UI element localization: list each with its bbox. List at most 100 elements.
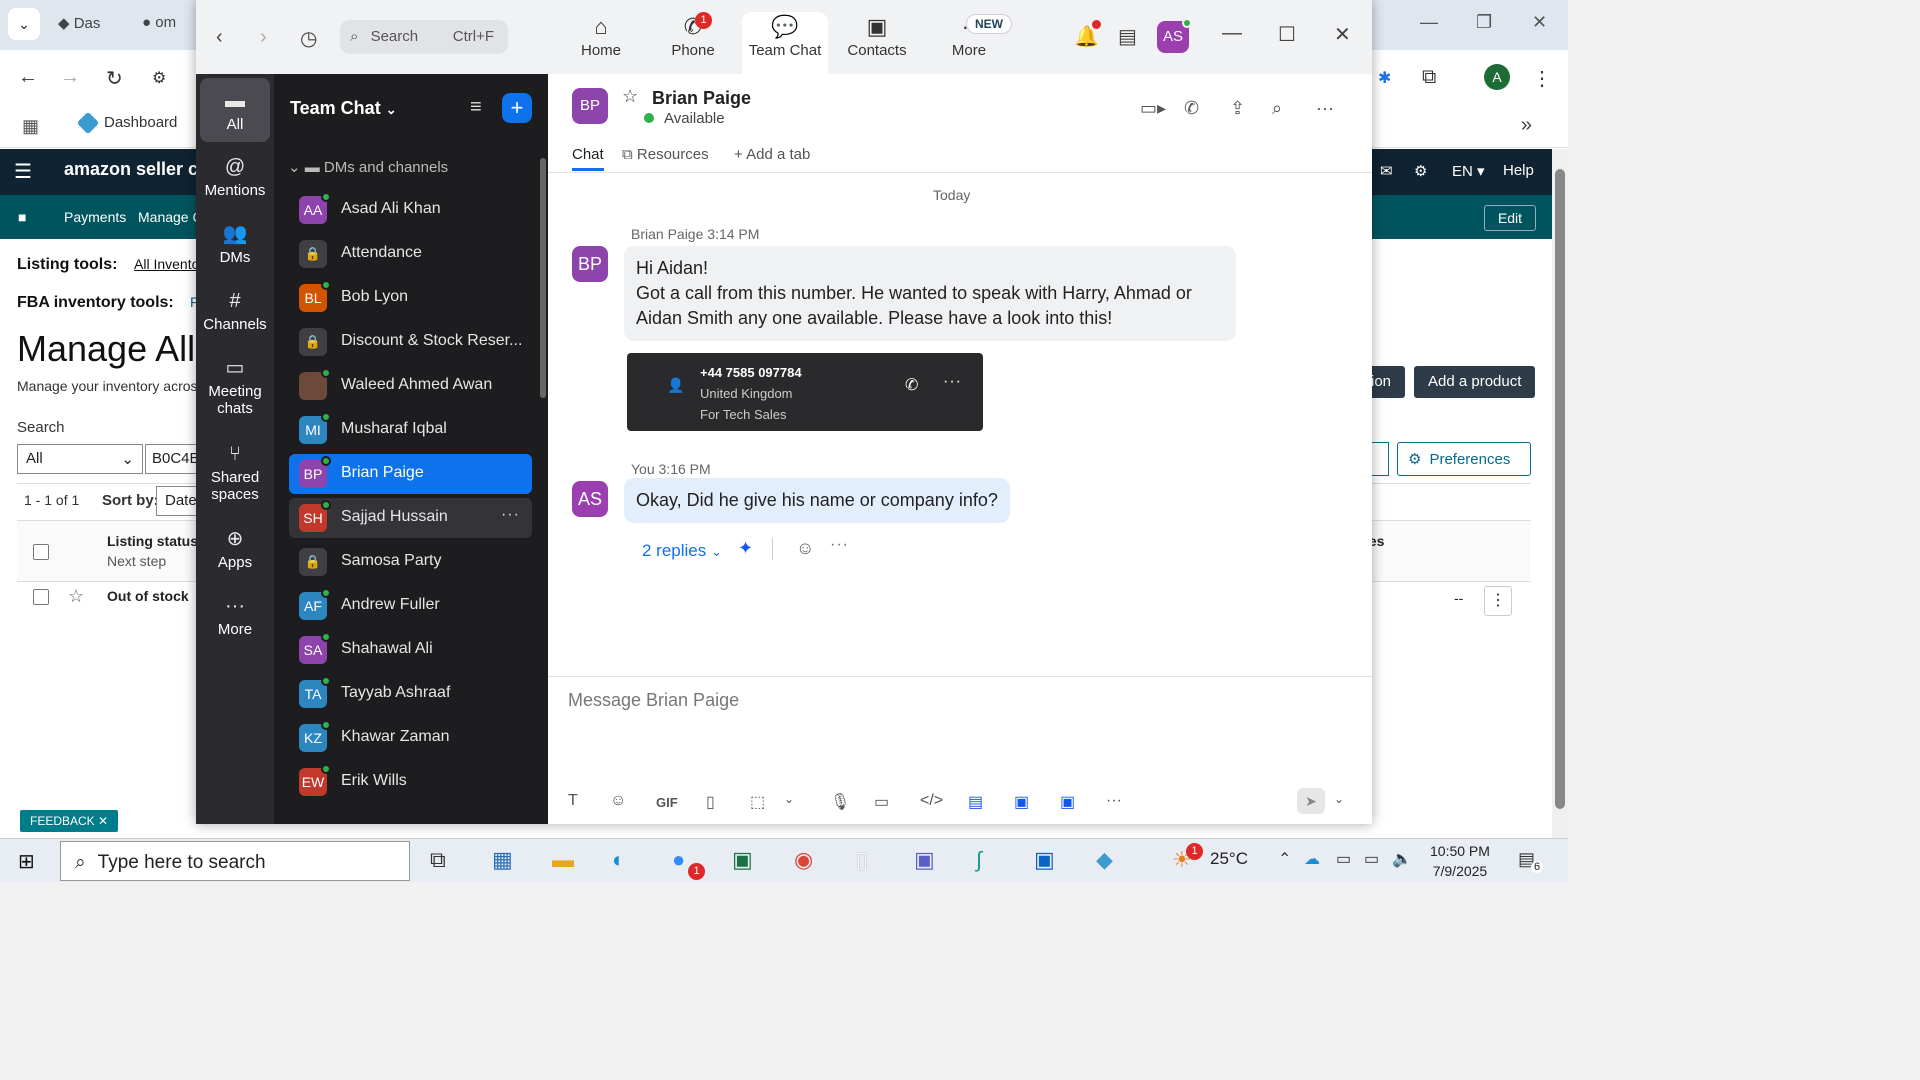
whiteboard-app-icon[interactable]: ▣ [1014,792,1029,812]
site-info-icon[interactable]: ⚙ [152,68,166,88]
zoom-maximize-button[interactable]: ☐ [1278,22,1296,47]
rail-more[interactable]: ··· More [200,591,270,638]
microphone-icon[interactable]: 🎙 [830,792,850,812]
zoom-close-button[interactable]: ✕ [1334,22,1351,47]
video-call-icon[interactable]: ▭▸ [1140,98,1166,119]
mail-icon[interactable]: ✉ [1380,162,1393,180]
rail-mentions[interactable]: @ Mentions [200,152,270,199]
share-screen-icon[interactable]: ⇪ [1230,98,1245,119]
feedback-tab[interactable]: FEEDBACK ✕ [20,810,119,832]
subnav-manage[interactable]: Manage C [138,209,203,225]
file-explorer-icon[interactable]: ▬ [552,847,574,873]
browser-menu-icon[interactable]: ⋮ [1532,66,1552,91]
scrollbar-thumb[interactable] [1555,169,1565,809]
rail-all[interactable]: ▬ All [200,78,270,142]
tab-contacts[interactable]: ▣ Contacts [834,12,920,74]
message-more-icon[interactable]: ··· [830,536,849,554]
contact-row[interactable]: BP Brian Paige [289,454,532,494]
chrome-icon[interactable]: ◉ [794,847,813,873]
phone-icon[interactable]: ✆ [1184,98,1199,119]
new-chat-button[interactable]: + [502,93,532,123]
browser-tab-1[interactable]: ◆ Das [58,14,100,32]
more-options-icon[interactable]: ··· [1316,98,1334,119]
send-options-chevron-icon[interactable]: ⌄ [1334,792,1344,806]
contact-row[interactable]: SH Sajjad Hussain ··· [289,498,532,538]
contact-avatar[interactable]: BP [572,88,608,124]
message-avatar[interactable]: BP [572,246,608,282]
excel-icon[interactable]: ▣ [732,847,753,873]
contact-row[interactable]: Waleed Ahmed Awan [289,366,532,406]
edge-icon[interactable]: ◐ [612,847,625,873]
row-checkbox[interactable] [33,589,49,605]
add-reaction-icon[interactable]: ☺ [796,538,814,559]
page-scrollbar[interactable] [1552,149,1568,838]
call-icon[interactable]: ✆ [905,375,918,395]
card-more-icon[interactable]: ··· [943,373,962,391]
teams-icon[interactable]: ▣ [914,847,935,873]
send-button[interactable]: ➤ [1297,788,1325,814]
rail-apps[interactable]: ⊕ Apps [200,524,270,571]
chevron-down-icon[interactable]: ⌄ [784,792,794,806]
message-bubble[interactable]: Hi Aidan! Got a call from this number. H… [624,246,1236,341]
all-inventory-link[interactable]: All Invento [134,256,199,272]
composer-more-icon[interactable]: ··· [1106,792,1122,810]
volume-icon[interactable]: 🔈 [1392,849,1412,869]
contact-row[interactable]: AF Andrew Fuller [289,586,532,626]
zoom-taskbar-icon[interactable]: ● [672,847,685,873]
emoji-icon[interactable]: ☺ [610,792,626,810]
search-icon[interactable]: ⌕ [1272,98,1282,119]
contact-row[interactable]: EW Erik Wills [289,762,532,802]
battery-icon[interactable]: ▭ [1336,849,1351,869]
contact-row[interactable]: AA Asad Ali Khan [289,190,532,230]
calculator-icon[interactable]: ▦ [492,847,513,873]
preferences-button[interactable]: ⚙ Preferences [1397,442,1531,476]
apps-grid-icon[interactable]: ▦ [22,116,39,137]
contact-row[interactable]: MI Musharaf Iqbal [289,410,532,450]
message-bubble[interactable]: Okay, Did he give his name or company in… [624,478,1010,523]
bookmark-icon[interactable]: ■ [18,209,26,225]
edit-button[interactable]: Edit [1484,205,1536,231]
profile-avatar[interactable]: A [1484,64,1510,90]
notes-app-icon[interactable]: ▣ [1060,792,1075,812]
file-icon[interactable]: ▯ [706,792,715,812]
extension-icon[interactable]: ✱ [1378,68,1391,88]
contact-row[interactable]: TA Tayyab Ashraaf [289,674,532,714]
zoom-back-icon[interactable]: ‹ [216,26,223,49]
contact-row[interactable]: 🔒 Samosa Party [289,542,532,582]
add-product-button[interactable]: Add a product [1414,366,1536,398]
rail-meeting-chats[interactable]: ▭ Meeting chats [200,353,270,417]
filter-icon[interactable]: ≡ [470,96,482,119]
replies-link[interactable]: 2 replies ⌄ [642,541,722,561]
task-view-icon[interactable]: ⧉ [430,847,446,873]
star-icon[interactable]: ☆ [68,586,84,607]
tray-chevron-icon[interactable]: ⌃ [1278,849,1291,869]
ai-sparkle-icon[interactable]: ✦ [738,538,753,559]
zoom-forward-icon[interactable]: › [260,26,267,49]
search-scope-select[interactable]: All ⌄ [17,444,143,474]
outlook-icon[interactable]: ▣ [1034,847,1055,873]
rail-dms[interactable]: 👥 DMs [200,219,270,266]
extensions-puzzle-icon[interactable]: ⧉ [1422,66,1436,89]
docs-app-icon[interactable]: ▤ [968,792,983,812]
browser-restore-button[interactable]: ❐ [1476,12,1492,33]
contact-row[interactable]: KZ Khawar Zaman [289,718,532,758]
zoom-minimize-button[interactable]: — [1222,22,1242,45]
app-s-icon[interactable]: ∫ [976,847,982,873]
message-input[interactable]: Message Brian Paige [568,690,739,711]
app-diamond-icon[interactable]: ◆ [1096,847,1113,873]
contact-name[interactable]: Brian Paige [652,88,751,109]
rail-shared-spaces[interactable]: ⑂ Shared spaces [200,439,270,503]
taskbar-search[interactable]: ⌕ Type here to search [60,841,410,881]
col-listing-status[interactable]: Listing status [107,533,198,549]
section-dms-channels[interactable]: ⌄ ▬ DMs and channels [288,158,448,176]
tab-phone[interactable]: ✆ Phone [650,12,736,74]
code-snippet-icon[interactable]: </> [920,792,943,810]
weather-temp[interactable]: 25°C [1210,849,1248,869]
chat-list-scrollbar[interactable] [540,158,546,398]
help-link[interactable]: Help [1503,162,1534,179]
zoom-search[interactable]: ⌕ Search Ctrl+F [340,20,508,54]
settings-gear-icon[interactable]: ⚙ [1414,162,1427,180]
tab-list-dropdown[interactable]: ⌄ [8,8,40,40]
screenshot-icon[interactable]: ⬚ [750,792,765,812]
tab-chat[interactable]: Chat [572,146,604,171]
